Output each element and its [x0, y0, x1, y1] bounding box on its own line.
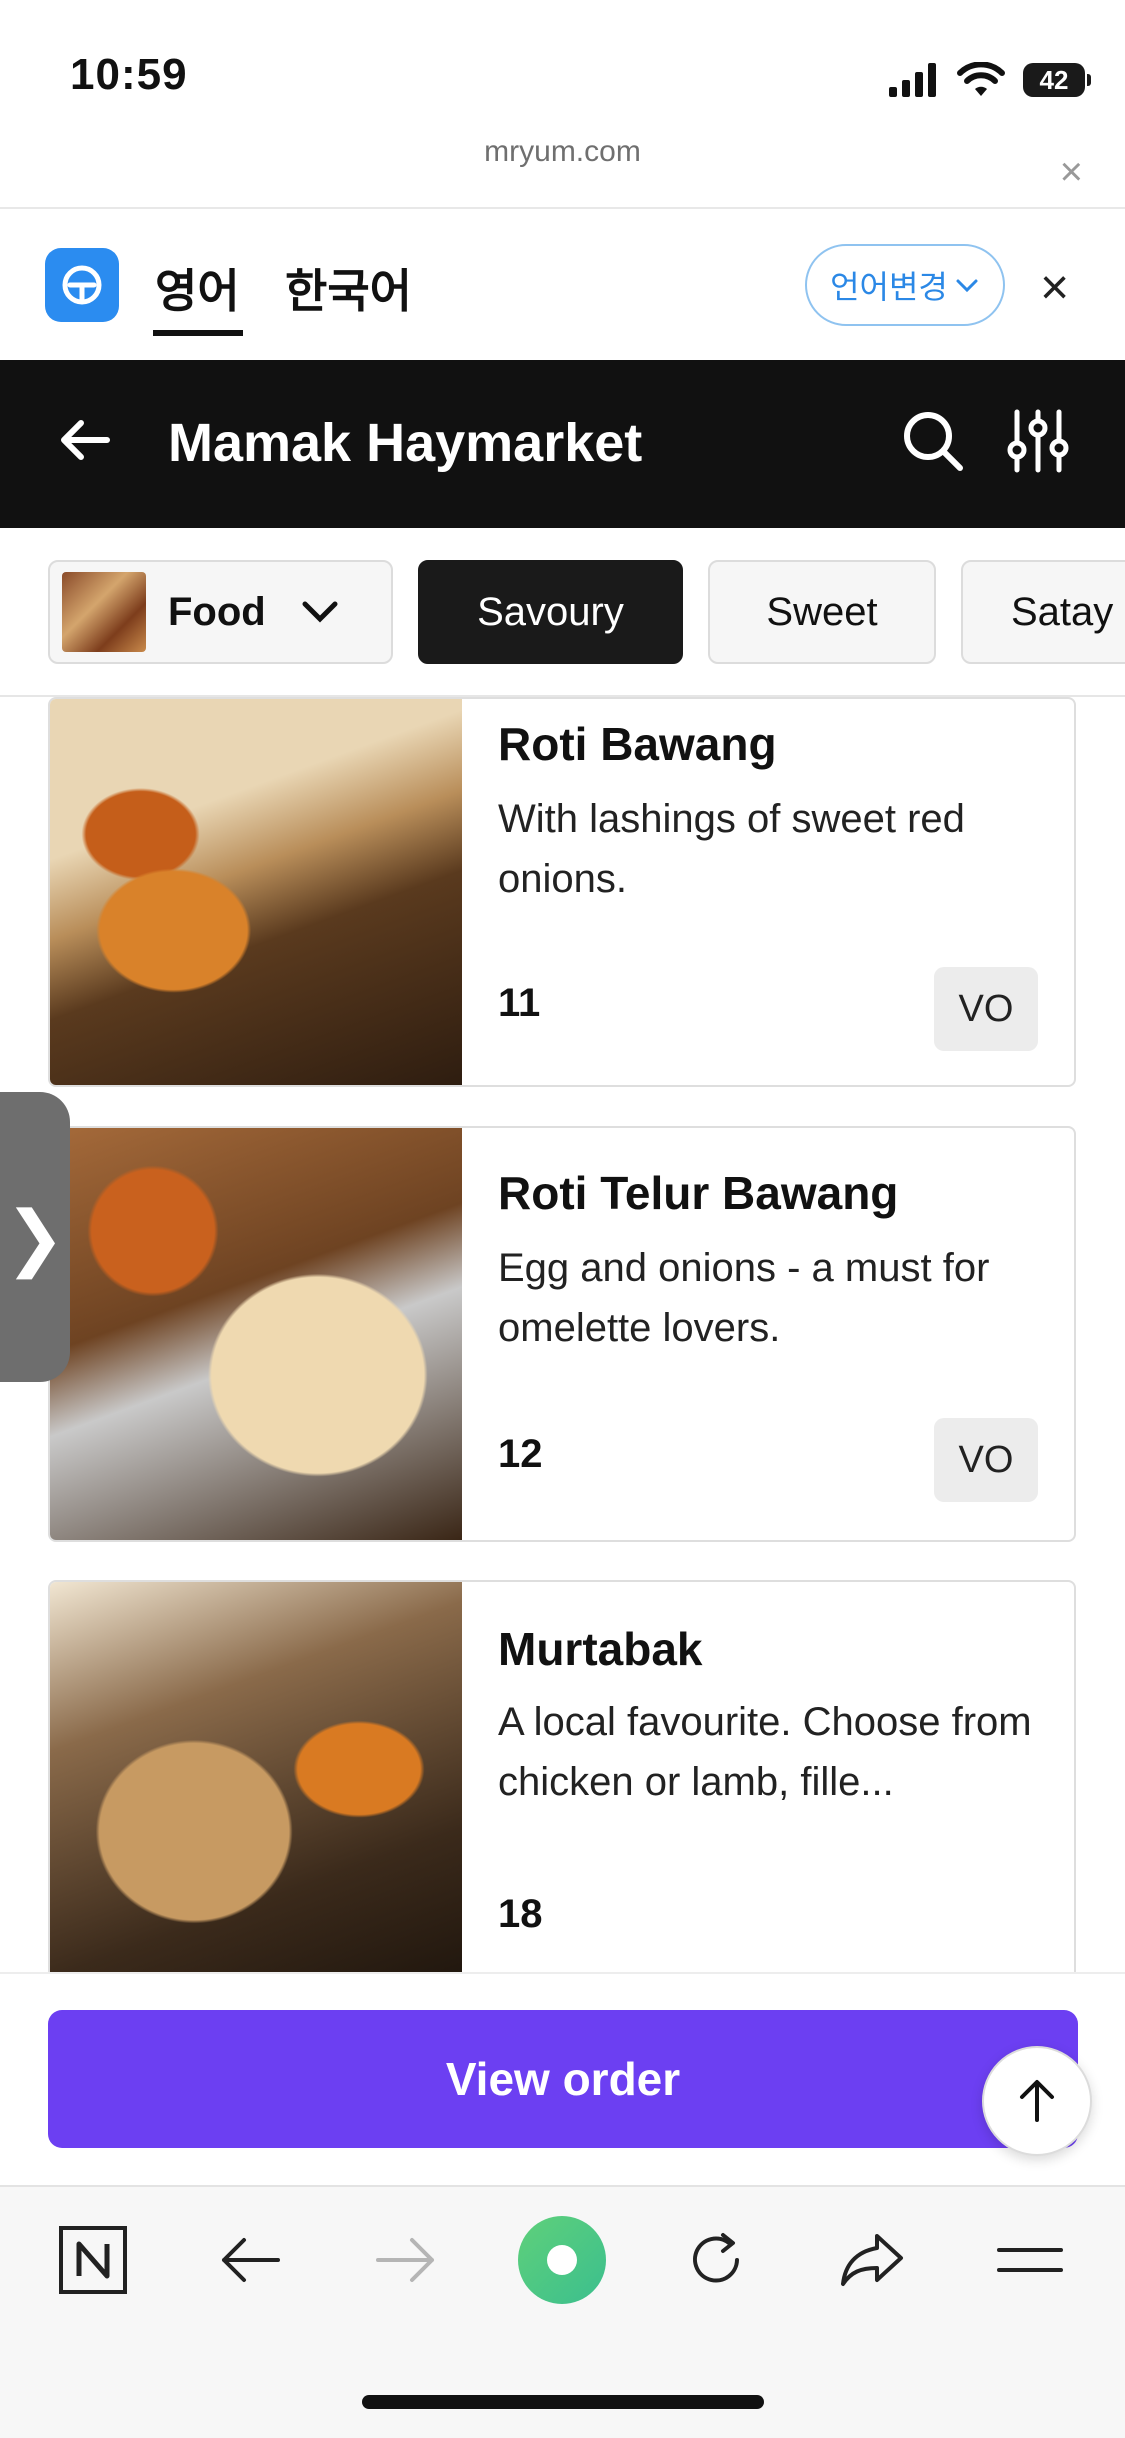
chip-satay[interactable]: Satay — [961, 560, 1125, 664]
menu-item-card[interactable]: Roti Bawang With lashings of sweet red o… — [48, 697, 1076, 1087]
tab-target-language[interactable]: 한국어 — [285, 255, 412, 321]
menu-item-description: Egg and onions - a must for omelette lov… — [498, 1246, 990, 1350]
tab-source-language[interactable]: 영어 — [155, 255, 240, 321]
menu-item-card[interactable]: Murtabak A local favourite. Choose from … — [48, 1580, 1076, 2000]
search-icon[interactable] — [900, 408, 966, 474]
arrow-up-icon — [1020, 2080, 1054, 2122]
menu-item-description: With lashings of sweet red onions. — [498, 797, 965, 901]
menu-item-price: 11 — [498, 981, 541, 1025]
wifi-icon — [957, 62, 1005, 96]
menu-item-name: Roti Bawang — [498, 718, 777, 770]
category-selector-label: Food — [168, 589, 266, 634]
menu-item-name: Roti Telur Bawang — [498, 1167, 899, 1219]
menu-item-card[interactable]: Roti Telur Bawang Egg and onions - a mus… — [48, 1126, 1076, 1542]
back-icon[interactable] — [210, 2220, 290, 2300]
divider — [0, 207, 1125, 209]
change-language-button[interactable]: 언어변경 — [805, 244, 1005, 326]
view-order-button[interactable]: View order — [48, 2010, 1078, 2148]
back-arrow-icon[interactable] — [55, 410, 115, 470]
translate-logo-icon — [45, 248, 119, 322]
menu-item-image — [50, 1582, 462, 1998]
category-selector[interactable]: Food — [48, 560, 393, 664]
menu-item-name: Murtabak — [498, 1623, 703, 1675]
active-tab-indicator — [153, 330, 243, 336]
dietary-badge: VO — [934, 1418, 1038, 1502]
dietary-badge: VO — [934, 967, 1038, 1051]
url-close-icon[interactable]: × — [1060, 150, 1083, 195]
menu-icon[interactable] — [990, 2220, 1070, 2300]
share-icon[interactable] — [832, 2220, 912, 2300]
menu-item-price: 12 — [498, 1432, 543, 1476]
filter-icon[interactable] — [1005, 408, 1071, 474]
translate-close-icon[interactable]: × — [1040, 258, 1069, 316]
menu-item-description: A local favourite. Choose from chicken o… — [498, 1700, 1032, 1804]
side-drawer-handle[interactable]: ❯ — [0, 1092, 70, 1382]
change-language-label: 언어변경 — [830, 269, 948, 305]
status-icons: 42 — [889, 58, 1091, 102]
reload-icon[interactable] — [676, 2220, 756, 2300]
menu-item-price: 18 — [498, 1892, 543, 1936]
menu-item-image — [50, 1128, 462, 1540]
scroll-to-top-button[interactable] — [982, 2046, 1092, 2156]
food-thumbnail — [62, 572, 146, 652]
status-time: 10:59 — [70, 50, 188, 99]
home-indicator — [362, 2395, 764, 2409]
battery-indicator: 42 — [1023, 63, 1091, 97]
chip-savoury[interactable]: Savoury — [418, 560, 683, 664]
signal-icon — [889, 63, 936, 97]
forward-icon[interactable] — [366, 2220, 446, 2300]
chip-sweet[interactable]: Sweet — [708, 560, 936, 664]
menu-item-image — [50, 699, 462, 1085]
url-text[interactable]: mryum.com — [0, 135, 1125, 205]
home-orb-icon[interactable] — [516, 2214, 608, 2306]
chevron-down-icon — [956, 279, 978, 293]
tabs-icon[interactable] — [53, 2220, 133, 2300]
chevron-down-icon — [302, 601, 338, 623]
page-title: Mamak Haymarket — [168, 413, 643, 473]
